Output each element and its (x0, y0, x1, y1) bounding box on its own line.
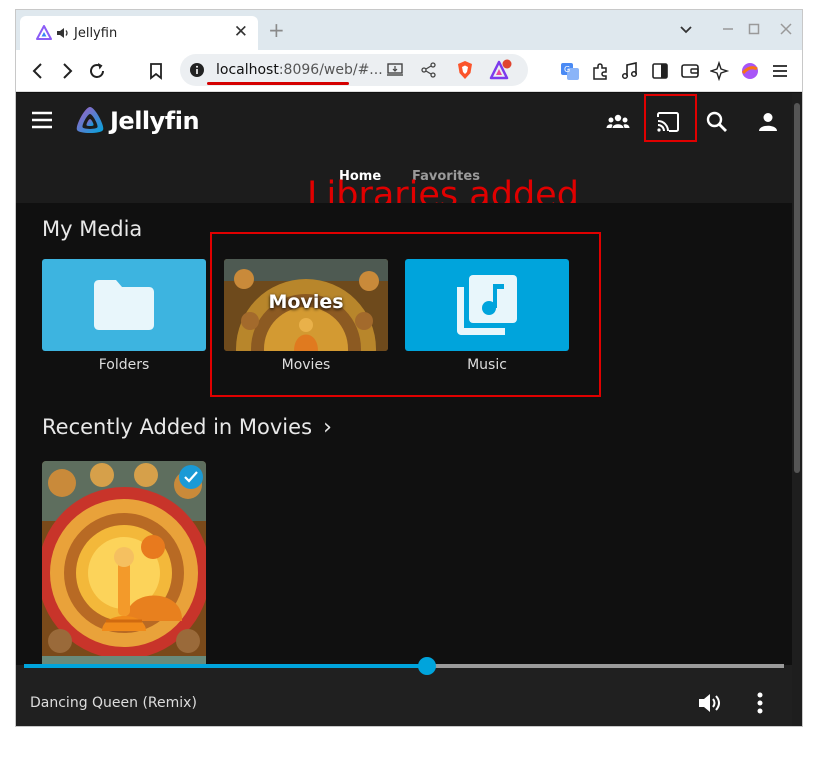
share-icon[interactable] (420, 61, 438, 79)
my-media-title: My Media (42, 217, 143, 241)
library-label-folders[interactable]: Folders (42, 357, 206, 373)
media-controls-icon[interactable] (620, 61, 640, 81)
url-annotation-underline (207, 82, 349, 85)
maximize-icon[interactable] (746, 21, 762, 37)
played-check-icon[interactable] (179, 465, 203, 489)
library-card-folders[interactable] (42, 259, 206, 351)
chevron-right-icon[interactable]: › (323, 415, 332, 440)
playback-progress-fill (24, 664, 427, 668)
bookmark-icon[interactable] (146, 61, 166, 81)
browser-toolbar: localhost:8096/web/#... G (16, 50, 802, 92)
libraries-annotation-box (210, 232, 601, 397)
browser-window: Jellyfin ✕ + localhost:8096/web/#... G J… (15, 9, 803, 727)
jellyfin-favicon-icon (36, 25, 52, 40)
hamburger-menu-icon[interactable] (32, 111, 52, 129)
jellyfin-page: Jellyfin Home Favorites Libraries added … (16, 93, 802, 726)
menu-icon[interactable] (770, 61, 790, 81)
app-header: Jellyfin Home Favorites Libraries added (16, 93, 792, 215)
user-icon[interactable] (755, 109, 781, 135)
wallet-icon[interactable] (680, 61, 700, 81)
speaker-icon[interactable] (56, 26, 70, 40)
url-host: localhost (216, 62, 279, 78)
cast-annotation-box (644, 94, 697, 142)
app-title: Jellyfin (110, 107, 200, 135)
new-tab-button[interactable]: + (268, 20, 285, 40)
volume-icon[interactable] (698, 691, 724, 715)
close-tab-icon[interactable]: ✕ (234, 23, 248, 41)
movie-poster-image (42, 461, 206, 671)
jellyfin-logo-icon (76, 107, 104, 133)
recently-added-header[interactable]: Recently Added in Movies › (42, 415, 332, 440)
syncplay-group-icon[interactable] (605, 109, 631, 135)
extensions-icon[interactable] (590, 61, 610, 81)
translate-icon[interactable]: G (560, 61, 580, 81)
minimize-icon[interactable] (720, 21, 736, 37)
recently-added-title[interactable]: Recently Added in Movies (42, 415, 312, 439)
folder-icon (94, 280, 154, 330)
movie-poster[interactable] (42, 461, 206, 671)
tab-title: Jellyfin (74, 25, 118, 41)
brave-rewards-icon[interactable] (489, 59, 513, 81)
playback-progress-handle[interactable] (418, 657, 436, 675)
address-bar[interactable]: localhost:8096/web/#... (180, 54, 528, 86)
forward-icon[interactable] (57, 61, 77, 81)
back-icon[interactable] (28, 61, 48, 81)
tab-list-chevron-icon[interactable] (678, 21, 694, 37)
close-window-icon[interactable] (778, 21, 794, 37)
more-options-icon[interactable] (756, 691, 764, 715)
brave-shields-icon[interactable] (455, 60, 475, 80)
page-scrollbar-thumb[interactable] (794, 103, 800, 473)
leo-ai-icon[interactable] (710, 61, 730, 81)
page-scrollbar[interactable] (792, 93, 802, 726)
now-playing-title[interactable]: Dancing Queen (Remix) (30, 695, 197, 711)
install-app-icon[interactable] (386, 61, 404, 79)
site-info-icon[interactable] (190, 63, 204, 77)
url-path: :8096/web/#... (278, 62, 383, 78)
sidebar-icon[interactable] (650, 61, 670, 81)
browser-tab[interactable]: Jellyfin ✕ (20, 16, 258, 50)
svg-text:G: G (564, 65, 570, 74)
profile-avatar-icon[interactable] (740, 61, 760, 81)
tab-strip: Jellyfin ✕ + (16, 10, 802, 50)
search-icon[interactable] (704, 109, 730, 135)
url-text[interactable]: localhost:8096/web/#... (216, 62, 383, 78)
reload-icon[interactable] (87, 61, 107, 81)
